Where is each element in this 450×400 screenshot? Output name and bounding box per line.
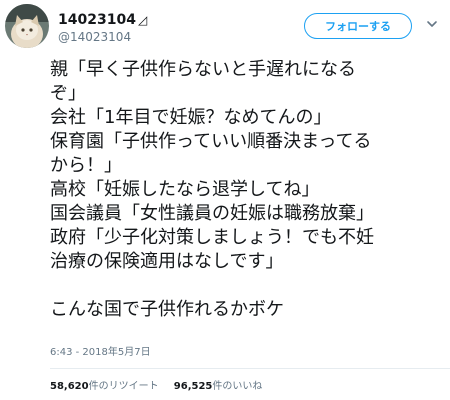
user-handle[interactable]: @14023104 — [58, 30, 131, 44]
retweet-count: 58,620 — [50, 381, 89, 392]
retweet-label: 件のリツイート — [88, 381, 159, 392]
like-label: 件のいいね — [212, 381, 263, 392]
tweet-line: 政府「少子化対策しましょう！でも不妊 — [50, 227, 374, 248]
avatar[interactable] — [5, 4, 49, 48]
tweet-line: から！」 — [50, 155, 122, 176]
tweet-line: 親「早く子供作らないと手遅れになる — [50, 59, 356, 80]
tweet-header: 14023104 ◿ @14023104 フォローする — [0, 0, 450, 58]
display-name[interactable]: 14023104 ◿ — [58, 12, 147, 28]
tweet-line: ぞ」 — [50, 83, 86, 104]
follow-button[interactable]: フォローする — [304, 13, 412, 39]
retweet-stat[interactable]: 58,620件のリツイート — [50, 381, 159, 393]
tweet-line: こんな国で子供作れるかボケ — [50, 299, 284, 320]
badge-icon: ◿ — [137, 13, 148, 27]
like-count: 96,525 — [173, 381, 213, 392]
like-stat[interactable]: 96,525件のいいね — [174, 381, 263, 393]
tweet-line: 高校「妊娠したなら退学してね」 — [50, 179, 320, 200]
divider — [50, 368, 450, 369]
tweet-timestamp[interactable]: 6:43 - 2018年5月7日 — [50, 347, 151, 359]
tweet-card: 14023104 ◿ @14023104 フォローする 親「早く子供作らないと手… — [0, 0, 450, 400]
tweet-line: 会社「1年目で妊娠？なめてんの」 — [50, 107, 332, 128]
follow-button-label: フォローする — [325, 20, 391, 33]
tweet-stats: 58,620件のリツイート 96,525件のいいね — [50, 381, 262, 393]
display-name-text[interactable]: 14023104 — [58, 12, 136, 28]
cat-photo-avatar-icon — [5, 4, 49, 48]
tweet-line: 治療の保険適用はなしです」 — [50, 251, 284, 272]
tweet-text: 親「早く子供作らないと手遅れになる ぞ」 会社「1年目で妊娠？なめてんの」 保育… — [50, 58, 442, 322]
tweet-line: 保育園「子供作っていい順番決まってる — [50, 131, 372, 152]
chevron-down-icon[interactable] — [425, 17, 439, 31]
tweet-line: 国会議員「女性議員の妊娠は職務放棄」 — [50, 203, 374, 224]
